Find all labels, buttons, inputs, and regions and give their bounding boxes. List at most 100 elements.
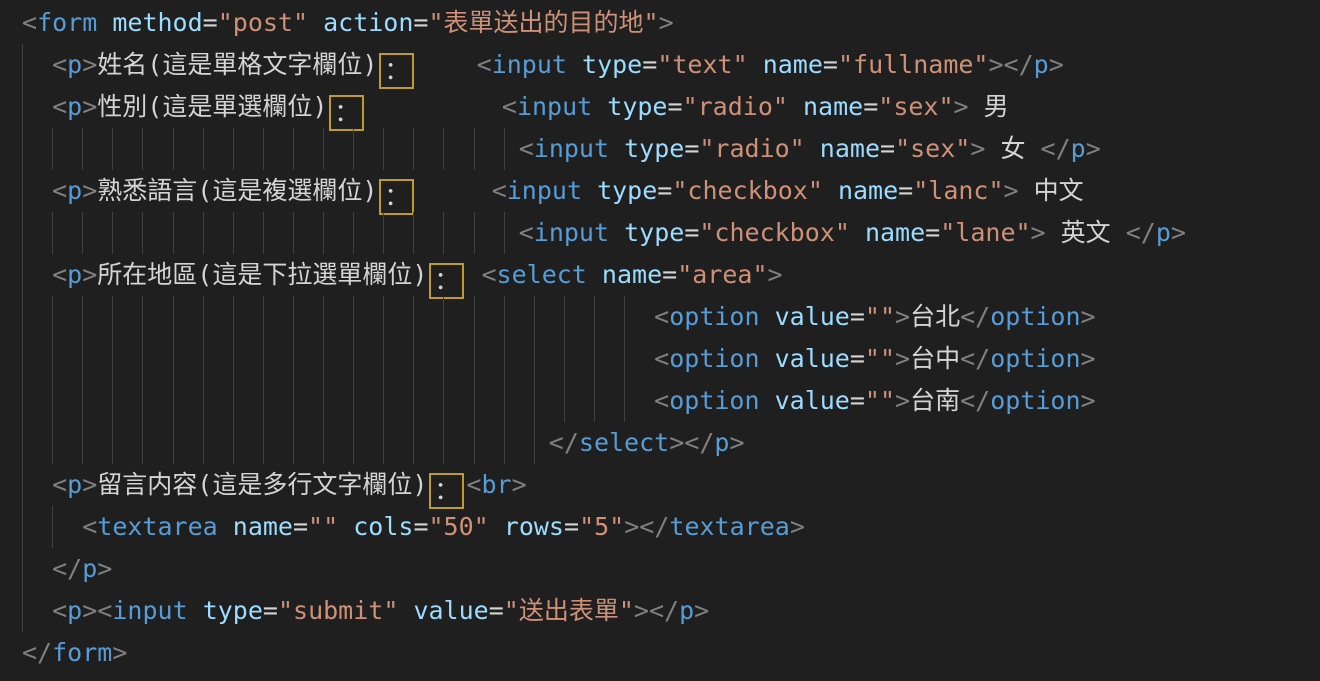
token-tag-name: select [497, 260, 587, 289]
token-attribute-name: name [865, 218, 925, 247]
code-line-content: <form method="post" action="表單送出的目的地"> [22, 8, 674, 37]
unicode-highlighted-colon: ： [379, 179, 414, 215]
token-punctuation: > [895, 344, 910, 373]
unicode-highlighted-colon: ： [429, 473, 464, 509]
token-plain-text [788, 92, 803, 121]
token-attribute-name: action [323, 8, 413, 37]
indent-guide [293, 380, 294, 422]
code-line: <p>性別(這是單選欄位)： <input type="radio" name=… [0, 86, 1320, 128]
indent-guide [564, 380, 565, 422]
indent-guide [233, 212, 234, 254]
code-line-content: <p>熟悉語言(這是複選欄位)： <input type="checkbox" … [22, 176, 1084, 205]
token-attribute-name: name [820, 134, 880, 163]
indent-guide [413, 212, 414, 254]
indent-guide [233, 338, 234, 380]
indent-guide [112, 338, 113, 380]
indent-guide [413, 422, 414, 464]
indent-guide [594, 296, 595, 338]
indent-guide [353, 212, 354, 254]
indent-guide [173, 380, 174, 422]
indent-guide [624, 296, 625, 338]
token-plain-text: 女 [985, 134, 1040, 163]
token-tag-name: p [1034, 50, 1049, 79]
token-punctuation: > [1081, 344, 1096, 373]
token-attribute-name: value [775, 386, 850, 415]
indent-guide [383, 380, 384, 422]
token-equals-sign: = [642, 50, 657, 79]
token-tag-name: input [534, 134, 609, 163]
token-equals-sign: = [203, 8, 218, 37]
token-attribute-name: name [602, 260, 662, 289]
token-attribute-name: value [775, 344, 850, 373]
token-plain-text: 留言内容(這是多行文字欄位) [97, 470, 427, 499]
indent-guide [22, 422, 23, 464]
indent-guide [474, 296, 475, 338]
token-tag-name: p [1156, 218, 1171, 247]
token-punctuation: < [654, 302, 669, 331]
token-punctuation: </ [960, 386, 990, 415]
token-tag-name: p [67, 176, 82, 205]
token-punctuation: > [82, 260, 97, 289]
token-plain-text: 台北 [910, 302, 960, 331]
token-punctuation: > [112, 638, 127, 667]
token-plain-text [760, 302, 775, 331]
token-attribute-name: value [413, 596, 488, 625]
indent-guide [293, 296, 294, 338]
indent-guide [233, 422, 234, 464]
token-equals-sign: = [684, 218, 699, 247]
code-editor[interactable]: <form method="post" action="表單送出的目的地"> <… [0, 0, 1320, 681]
indent-guide [22, 338, 23, 380]
indent-guide [564, 338, 565, 380]
token-attribute-name: type [582, 50, 642, 79]
token-punctuation: </ [1126, 218, 1156, 247]
indent-guide [203, 128, 204, 170]
indent-guide [263, 296, 264, 338]
token-plain-text [609, 218, 624, 247]
token-tag-name: form [52, 638, 112, 667]
token-string-value: "lane" [940, 218, 1030, 247]
token-punctuation: </ [1041, 134, 1071, 163]
token-punctuation: < [82, 512, 97, 541]
indent-guide [353, 296, 354, 338]
token-plain-text [416, 50, 476, 79]
token-attribute-name: cols [353, 512, 413, 541]
code-line: <p>姓名(這是單格文字欄位)： <input type="text" name… [0, 44, 1320, 86]
code-line-content: <textarea name="" cols="50" rows="5"></t… [22, 512, 805, 541]
token-punctuation: < [52, 92, 67, 121]
indent-guide [443, 212, 444, 254]
indent-guide [263, 422, 264, 464]
token-plain-text [592, 92, 607, 121]
token-equals-sign: = [850, 386, 865, 415]
token-punctuation: > [512, 470, 527, 499]
indent-guide [594, 380, 595, 422]
indent-guide [82, 296, 83, 338]
token-string-value: "" [865, 302, 895, 331]
indent-guide [323, 128, 324, 170]
indent-guide [504, 338, 505, 380]
indent-guide [474, 128, 475, 170]
token-tag-name: option [990, 386, 1080, 415]
token-plain-text: 台南 [910, 386, 960, 415]
token-tag-name: p [67, 596, 82, 625]
indent-guide [504, 422, 505, 464]
token-string-value: "checkbox" [672, 176, 823, 205]
token-equals-sign: = [898, 176, 913, 205]
token-plain-text: 中文 [1019, 176, 1084, 205]
token-punctuation: < [492, 176, 507, 205]
token-string-value: "text" [657, 50, 747, 79]
token-plain-text [805, 134, 820, 163]
indent-guide [173, 296, 174, 338]
indent-guide [112, 212, 113, 254]
code-line-content: <input type="checkbox" name="lane"> 英文 <… [22, 218, 1186, 247]
token-equals-sign: = [564, 512, 579, 541]
indent-guide [173, 422, 174, 464]
token-attribute-name: type [203, 596, 263, 625]
code-line: <form method="post" action="表單送出的目的地"> [0, 2, 1320, 44]
indent-guide [323, 212, 324, 254]
indent-guide [624, 380, 625, 422]
token-string-value: "" [308, 512, 338, 541]
indent-guide [383, 296, 384, 338]
code-line: <input type="radio" name="sex"> 女 </p> [0, 128, 1320, 170]
token-punctuation: > [895, 386, 910, 415]
code-line: <p>留言内容(這是多行文字欄位)：<br> [0, 464, 1320, 506]
